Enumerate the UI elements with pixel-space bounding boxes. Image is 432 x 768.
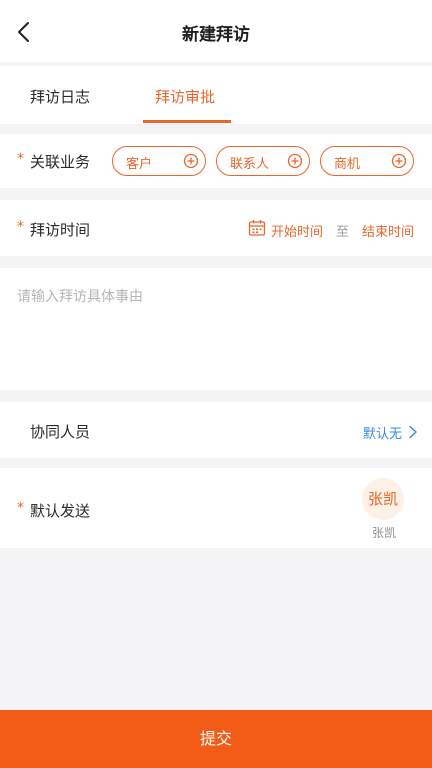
- nav-bar: 新建拜访: [0, 0, 432, 62]
- plus-circle-icon: [391, 153, 407, 169]
- chip-opportunity[interactable]: 商机: [320, 146, 414, 176]
- start-time-picker[interactable]: 开始时间: [271, 221, 323, 240]
- chip-customer[interactable]: 客户: [112, 146, 206, 176]
- related-business-label: 关联业务: [30, 153, 91, 171]
- avatar[interactable]: 张凯: [362, 478, 404, 520]
- page-title: 新建拜访: [182, 25, 250, 45]
- reason-placeholder: 请输入拜访具体事由: [17, 289, 143, 305]
- chevron-right-icon: [409, 425, 417, 439]
- recipient-name: 张凯: [372, 526, 397, 540]
- collaborators-row[interactable]: 协同人员 默认无: [0, 402, 432, 458]
- visit-time-row: * 拜访时间 开始时间 至 结束时间: [0, 200, 432, 256]
- reason-textarea[interactable]: 请输入拜访具体事由: [0, 268, 432, 390]
- send-to-row: * 默认发送 张凯 张凯: [0, 468, 432, 548]
- chip-contact[interactable]: 联系人: [216, 146, 310, 176]
- collaborators-label: 协同人员: [30, 423, 91, 441]
- required-mark: *: [17, 151, 24, 167]
- end-time-picker[interactable]: 结束时间: [362, 221, 414, 240]
- tab-bar: 拜访日志 拜访审批: [0, 66, 432, 124]
- calendar-icon: [248, 220, 266, 236]
- tab-visit-approval[interactable]: 拜访审批: [155, 86, 215, 107]
- required-mark: *: [17, 219, 24, 235]
- chip-opportunity-label: 商机: [334, 157, 361, 172]
- send-to-label: 默认发送: [30, 502, 91, 520]
- chip-contact-label: 联系人: [230, 157, 270, 172]
- tab-visit-log[interactable]: 拜访日志: [30, 86, 90, 107]
- chip-customer-label: 客户: [126, 157, 153, 172]
- plus-circle-icon: [287, 153, 303, 169]
- collaborators-value[interactable]: 默认无: [363, 423, 402, 442]
- plus-circle-icon: [183, 153, 199, 169]
- active-tab-indicator: [143, 120, 231, 123]
- visit-time-label: 拜访时间: [30, 221, 91, 239]
- required-mark: *: [17, 500, 24, 516]
- submit-button[interactable]: 提交: [0, 710, 432, 768]
- related-business-row: * 关联业务 客户 联系人 商机: [0, 134, 432, 188]
- time-separator: 至: [336, 225, 350, 240]
